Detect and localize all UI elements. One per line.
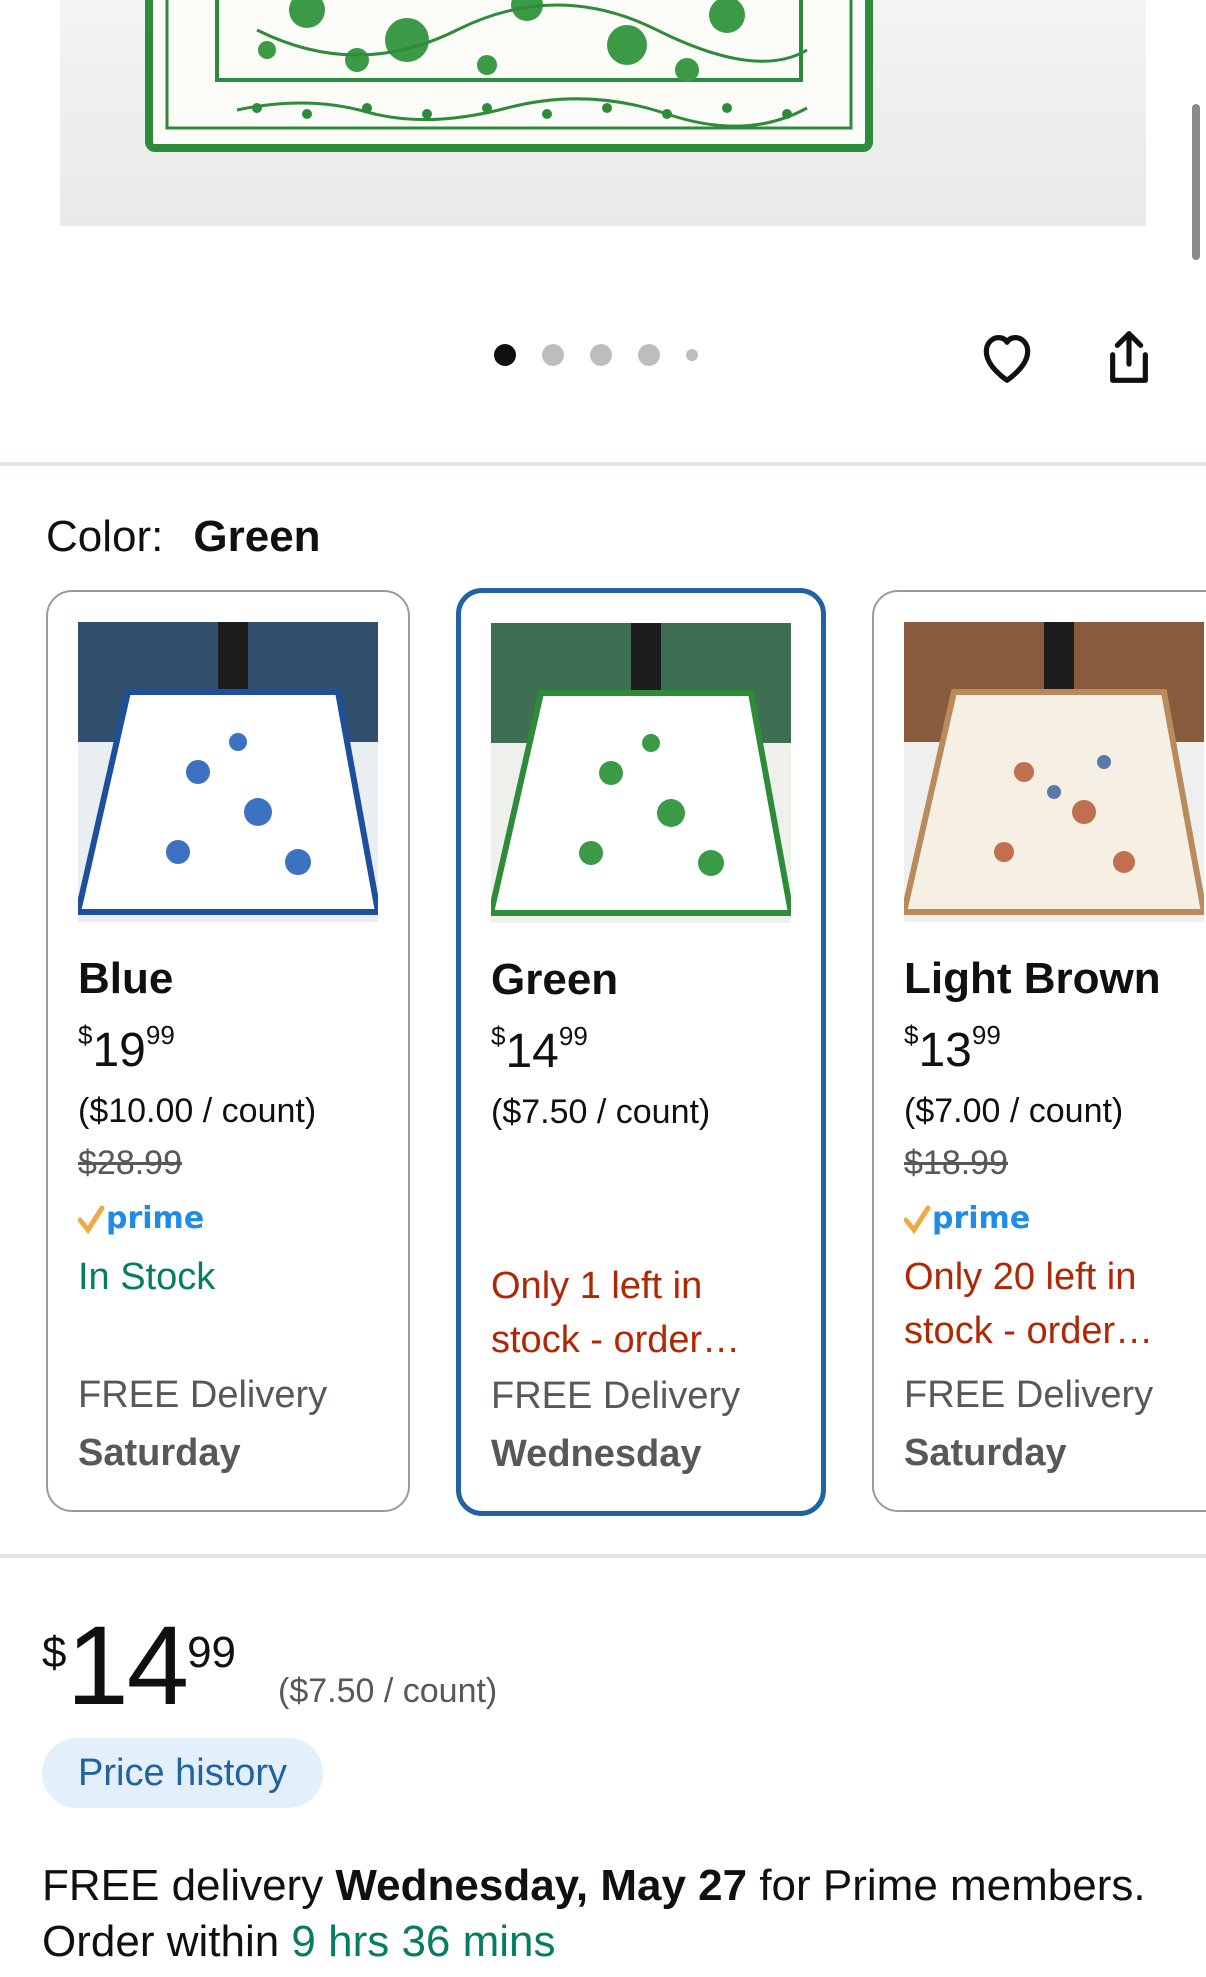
- stock-status: Only 1 left in stock - order…: [491, 1265, 741, 1361]
- swatch-price: $1999: [78, 1020, 175, 1077]
- carousel-dot[interactable]: [590, 344, 612, 366]
- wishlist-button[interactable]: [972, 322, 1042, 392]
- color-label: Color: Green: [46, 512, 321, 562]
- section-divider: [0, 1554, 1206, 1558]
- blue-rug-thumbnail: [78, 622, 378, 922]
- share-button[interactable]: [1094, 322, 1164, 392]
- green-rug-thumbnail: [491, 623, 791, 923]
- product-image[interactable]: [60, 0, 1146, 226]
- delivery-message: FREE delivery Wednesday, May 27 for Prim…: [42, 1861, 1146, 1966]
- share-icon: [1110, 331, 1148, 383]
- delivery-day: Saturday: [904, 1432, 1067, 1474]
- section-divider: [0, 462, 1206, 466]
- green-rug-image: [145, 0, 873, 152]
- swatch-price: $1399: [904, 1020, 1001, 1077]
- swatch-name: Green: [491, 955, 619, 1004]
- selected-color: Green: [193, 512, 321, 561]
- swatch-unit-price: ($7.50 / count): [491, 1093, 711, 1131]
- scrollbar[interactable]: [1192, 104, 1200, 260]
- prime-logo-icon: prime: [904, 1201, 1030, 1236]
- main-price: $14 99: [42, 1603, 237, 1728]
- delivery-day: Saturday: [78, 1432, 241, 1474]
- carousel-dot[interactable]: [542, 344, 564, 366]
- delivery-date: Wednesday, May 27: [335, 1861, 748, 1910]
- carousel-dot[interactable]: [686, 349, 698, 361]
- swatch-name: Light Brown: [904, 954, 1161, 1003]
- image-carousel-dots: [494, 344, 724, 366]
- color-label-text: Color:: [46, 512, 164, 561]
- swatch-card-blue[interactable]: Blue $1999 ($10.00 / count) $28.99 prime…: [46, 590, 410, 1512]
- heart-icon: [983, 335, 1031, 383]
- delivery-label: FREE Delivery: [78, 1374, 328, 1416]
- swatch-price: $1499: [491, 1021, 588, 1078]
- swatch-list-price: $28.99: [78, 1144, 182, 1182]
- stock-status: In Stock: [78, 1256, 216, 1298]
- swatch-list-price: $18.99: [904, 1144, 1008, 1182]
- carousel-dot[interactable]: [494, 344, 516, 366]
- svg-text:prime: prime: [932, 1201, 1030, 1236]
- svg-text:prime: prime: [106, 1201, 204, 1236]
- swatch-card-green[interactable]: Green $1499 ($7.50 / count) Only 1 left …: [456, 588, 826, 1516]
- delivery-day: Wednesday: [491, 1433, 702, 1475]
- prime-logo-icon: prime: [78, 1201, 204, 1236]
- swatch-name: Blue: [78, 954, 174, 1003]
- swatch-unit-price: ($7.00 / count): [904, 1092, 1124, 1130]
- swatch-unit-price: ($10.00 / count): [78, 1092, 317, 1130]
- delivery-label: FREE Delivery: [491, 1375, 741, 1417]
- delivery-label: FREE Delivery: [904, 1374, 1154, 1416]
- stock-status: Only 20 left in stock - order…: [904, 1256, 1154, 1352]
- swatch-card-light-brown[interactable]: Light Brown $1399 ($7.00 / count) $18.99…: [872, 590, 1206, 1512]
- order-countdown: 9 hrs 36 mins: [291, 1917, 556, 1966]
- carousel-dot[interactable]: [638, 344, 660, 366]
- main-unit-price: ($7.50 / count): [278, 1672, 498, 1710]
- price-history-button[interactable]: Price history: [42, 1738, 324, 1808]
- light-brown-rug-thumbnail: [904, 622, 1204, 922]
